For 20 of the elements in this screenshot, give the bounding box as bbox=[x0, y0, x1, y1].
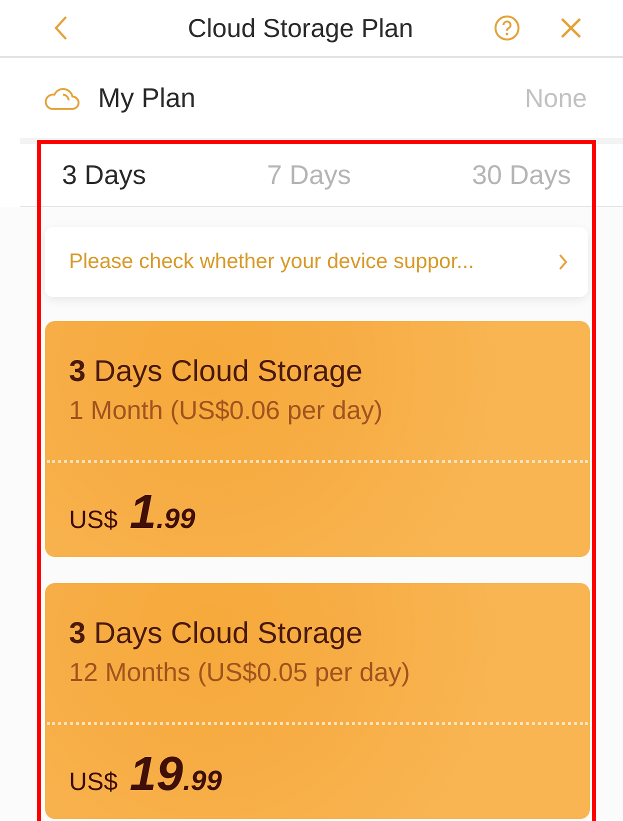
currency-label: US$ bbox=[69, 506, 118, 535]
price-amount: 19.99 bbox=[130, 747, 222, 802]
plan-duration: 12 Months (US$0.05 per day) bbox=[69, 657, 412, 688]
plan-duration: 1 Month (US$0.06 per day) bbox=[69, 395, 384, 426]
plan-card[interactable]: 3 Days Cloud Storage 1 Month (US$0.06 per day) US$ 1.99 bbox=[45, 321, 590, 557]
page-title: Cloud Storage Plan bbox=[186, 12, 414, 44]
plan-title: 3 Days Cloud Storage bbox=[69, 355, 364, 389]
tab[interactable]: 3 Days bbox=[50, 152, 158, 198]
close-icon[interactable] bbox=[559, 16, 583, 40]
my-plan-value: None bbox=[524, 82, 587, 114]
price-amount: 1.99 bbox=[130, 485, 196, 540]
plan-title: 3 Days Cloud Storage bbox=[69, 617, 364, 651]
my-plan-label: My Plan bbox=[98, 82, 197, 114]
back-icon[interactable] bbox=[54, 15, 68, 41]
chevron-right-icon bbox=[558, 253, 568, 271]
currency-label: US$ bbox=[69, 768, 118, 797]
help-icon[interactable] bbox=[493, 14, 521, 42]
notice-text: Please check whether your device suppor... bbox=[69, 250, 476, 274]
cloud-icon bbox=[44, 86, 80, 110]
plan-card[interactable]: 3 Days Cloud Storage 12 Months (US$0.05 per day) US$ 19.99 bbox=[45, 583, 590, 819]
